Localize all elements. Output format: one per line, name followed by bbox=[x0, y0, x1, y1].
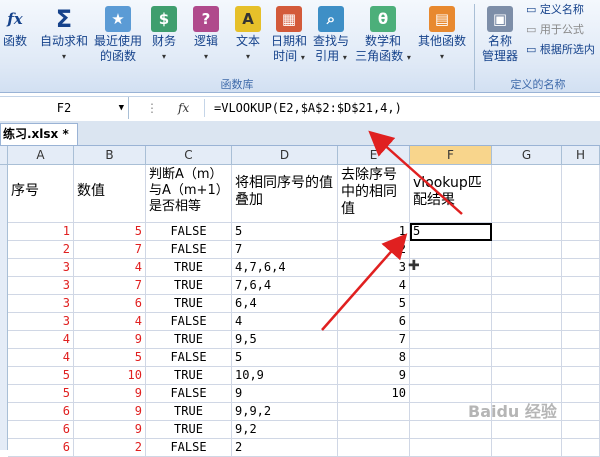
cell-cursor-icon: ✚ bbox=[408, 258, 420, 274]
arrow-to-cell-e2 bbox=[321, 233, 408, 331]
annotation-arrows bbox=[321, 130, 463, 331]
watermark: Baidu 经验 bbox=[468, 402, 557, 421]
arrow-to-formula bbox=[368, 130, 463, 215]
